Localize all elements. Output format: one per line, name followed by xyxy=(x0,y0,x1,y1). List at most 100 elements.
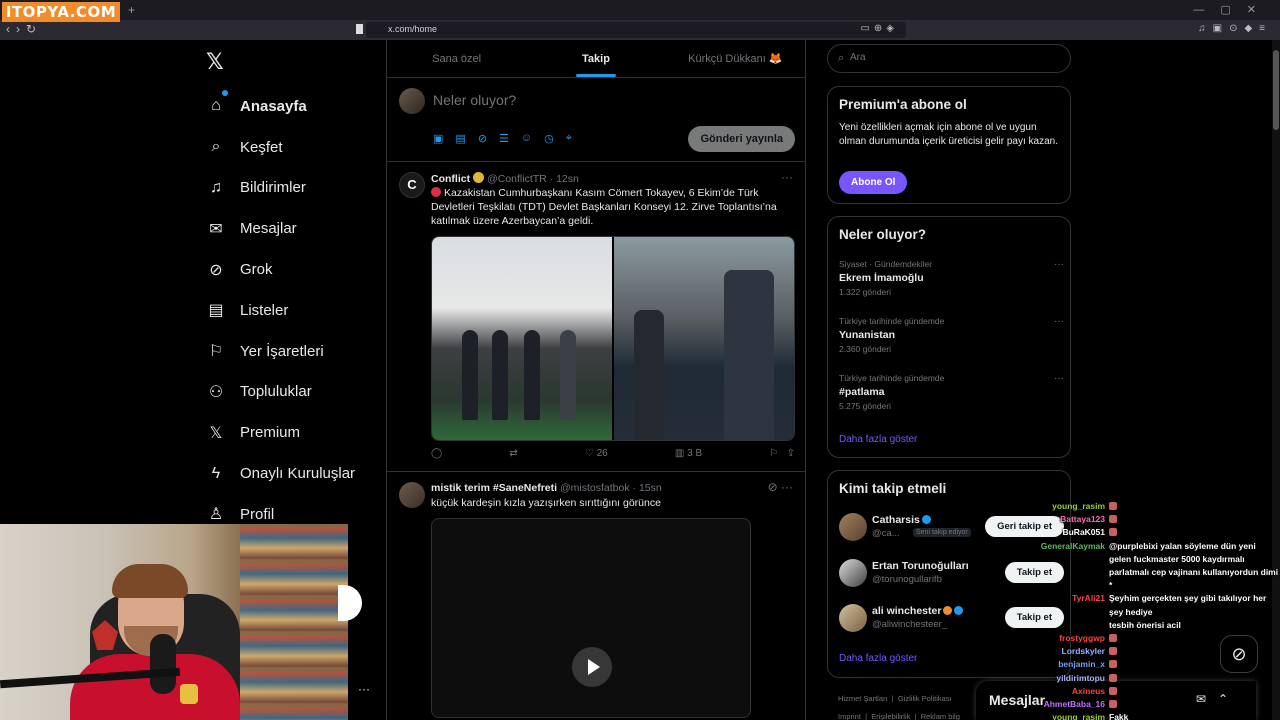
nav-item-communities[interactable]: ⚇ Topluluklar xyxy=(205,372,355,413)
tweet-author-name[interactable]: mistik terim #SaneNefreti xyxy=(431,482,557,494)
nav-label: Mesajlar xyxy=(240,220,297,238)
trend-category: Siyaset · Gündemdekiler xyxy=(839,259,933,269)
footer-link[interactable]: Imprint xyxy=(838,712,861,720)
views-button[interactable]: ▥ 3 B xyxy=(675,448,702,459)
trend-item[interactable]: Siyaset · Gündemdekiler Ekrem İmamoğlu 1… xyxy=(839,259,1064,297)
verified-badge-icon xyxy=(921,515,931,524)
search-box[interactable]: ⌕ xyxy=(827,44,1071,73)
tweet[interactable]: C Conflict @ConflictTR · 12sn ··· Kazakis… xyxy=(387,162,805,472)
more-icon[interactable]: ··· xyxy=(1054,259,1064,270)
nav-item-explore[interactable]: ⌕ Keşfet xyxy=(205,127,355,168)
person-figure xyxy=(724,270,774,440)
media-icon[interactable]: ▣ xyxy=(433,132,443,145)
reply-icon[interactable]: ◯ xyxy=(431,448,442,459)
new-tab-button[interactable]: + xyxy=(128,3,135,17)
post-button[interactable]: Gönderi yayınla xyxy=(688,126,795,152)
scrollbar-thumb[interactable] xyxy=(1273,50,1279,130)
browser-nav-buttons[interactable]: ‹›↻ xyxy=(6,22,42,36)
footer-link[interactable]: Erişilebilirlik xyxy=(871,712,910,720)
tweet-composer: ▣ ▤ ⊘ ☰ ☺ ◷ ⌖ Gönderi yayınla xyxy=(387,78,805,162)
follow-handle: @ca... xyxy=(872,528,900,539)
trend-item[interactable]: Türkiye tarihinde gündemde Yunanistan 2.… xyxy=(839,316,1064,354)
avatar[interactable] xyxy=(839,559,867,587)
tweet-media[interactable] xyxy=(431,236,795,441)
trend-item[interactable]: Türkiye tarihinde gündemde #patlama 5.27… xyxy=(839,373,1064,411)
footer-link[interactable]: Hizmet Şartları xyxy=(838,694,888,703)
play-icon[interactable] xyxy=(572,647,612,687)
avatar[interactable] xyxy=(839,513,867,541)
avatar[interactable]: C xyxy=(399,172,425,198)
nav-item-grok[interactable]: ⊘ Grok xyxy=(205,249,355,290)
chat-message: benjamin_x xyxy=(1030,658,1280,671)
person-figure xyxy=(492,330,508,420)
nav-item-verified-orgs[interactable]: ϟ Onaylı Kuruluşlar xyxy=(205,453,355,494)
emoji-icon[interactable]: ☺ xyxy=(521,132,532,145)
x-logo-icon[interactable]: 𝕏 xyxy=(206,49,224,75)
follow-handle: @torunogullarifb xyxy=(872,574,942,585)
avatar[interactable] xyxy=(839,604,867,632)
tweet-photo[interactable] xyxy=(432,237,612,440)
tweet-video[interactable] xyxy=(431,518,751,718)
nav-item-bookmarks[interactable]: ⚐ Yer İşaretleri xyxy=(205,331,355,372)
chat-username: Axineus xyxy=(1071,685,1105,696)
extension-icons[interactable]: ♫▣⊙◆≡ xyxy=(1198,23,1272,34)
nav-item-home[interactable]: ⌂ Anasayfa xyxy=(205,86,355,127)
nav-item-lists[interactable]: ▤ Listeler xyxy=(205,290,355,331)
nav-label: Yer İşaretleri xyxy=(240,342,324,360)
nav-item-notifications[interactable]: ♫ Bildirimler xyxy=(205,168,355,209)
microphone xyxy=(150,634,176,694)
nav-item-messages[interactable]: ✉ Mesajlar xyxy=(205,208,355,249)
location-icon[interactable]: ⌖ xyxy=(566,132,572,145)
tab-following[interactable]: Takip xyxy=(526,40,665,77)
home-icon: ⌂ xyxy=(211,97,221,115)
chat-username: yildirimtopu xyxy=(1056,672,1105,683)
tweet-actions: ◯ ⇄ ♡ 26 ▥ 3 B ⚐ ⇪ xyxy=(431,448,795,459)
more-icon[interactable]: ··· xyxy=(1054,316,1064,327)
tweet-text: Kazakistan Cumhurbaşkanı Kasım Cömert To… xyxy=(431,186,791,228)
tweet-time[interactable]: 12sn xyxy=(556,173,579,185)
chat-badge-icon xyxy=(1109,528,1117,537)
retweet-icon[interactable]: ⇄ xyxy=(509,448,517,459)
more-icon[interactable]: ⊘ ··· xyxy=(768,480,793,494)
footer-link[interactable]: Reklam bilg xyxy=(921,712,960,720)
chat-message: Lordskyler xyxy=(1030,645,1280,658)
tweet-handle[interactable]: @mistosfatbok xyxy=(560,482,630,494)
tweet-photo[interactable] xyxy=(614,237,794,440)
more-icon[interactable]: ··· xyxy=(358,682,370,696)
window-controls[interactable]: —▢✕ xyxy=(1193,3,1272,16)
search-input[interactable] xyxy=(850,52,1050,63)
subscribe-button[interactable]: Abone Ol xyxy=(839,171,908,194)
tweet[interactable]: mistik terim #SaneNefreti @mistosfatbok … xyxy=(387,472,805,720)
chat-message: young_rasim xyxy=(1030,500,1280,513)
tweet-handle[interactable]: @ConflictTR xyxy=(487,173,547,185)
footer-link[interactable]: Gizlilik Politikası xyxy=(898,694,952,703)
bookmark-page-icon[interactable] xyxy=(356,24,363,34)
jersey-crest xyxy=(180,684,198,704)
schedule-icon[interactable]: ◷ xyxy=(544,132,554,145)
more-icon[interactable]: ··· xyxy=(1054,373,1064,384)
grok-icon[interactable]: ⊘ xyxy=(478,132,487,145)
like-button[interactable]: ♡ 26 xyxy=(585,448,608,459)
trend-name: Ekrem İmamoğlu xyxy=(839,272,924,284)
nav-item-premium[interactable]: 𝕏 Premium xyxy=(205,412,355,453)
streamer-brand-logo: ITOPYA.COM xyxy=(2,2,120,22)
poll-icon[interactable]: ☰ xyxy=(499,132,509,145)
more-icon[interactable]: ··· xyxy=(781,170,793,184)
compose-input[interactable] xyxy=(433,92,773,108)
trend-count: 5.275 gönderi xyxy=(839,401,891,411)
show-more-link[interactable]: Daha fazla göster xyxy=(839,434,917,445)
gif-icon[interactable]: ▤ xyxy=(455,132,465,145)
address-bar-icons[interactable]: ▭⊕◈ xyxy=(860,23,898,34)
bookmark-share-icons[interactable]: ⚐ ⇪ xyxy=(769,448,795,459)
tab-for-you[interactable]: Sana özel xyxy=(387,40,526,77)
trend-name: #patlama xyxy=(839,386,885,398)
avatar[interactable] xyxy=(399,88,425,114)
tweet-time[interactable]: 15sn xyxy=(639,482,662,494)
tweet-author-name[interactable]: Conflict xyxy=(431,173,470,185)
nav-account-button[interactable] xyxy=(338,585,362,621)
show-more-link[interactable]: Daha fazla göster xyxy=(839,653,917,664)
avatar[interactable] xyxy=(399,482,425,508)
address-bar[interactable]: x.com/home ▭⊕◈ xyxy=(366,22,906,38)
tab-kurkcu-dukkani[interactable]: Kürkçü Dükkanı 🦊 xyxy=(666,40,805,77)
streamer-hair xyxy=(112,564,188,598)
